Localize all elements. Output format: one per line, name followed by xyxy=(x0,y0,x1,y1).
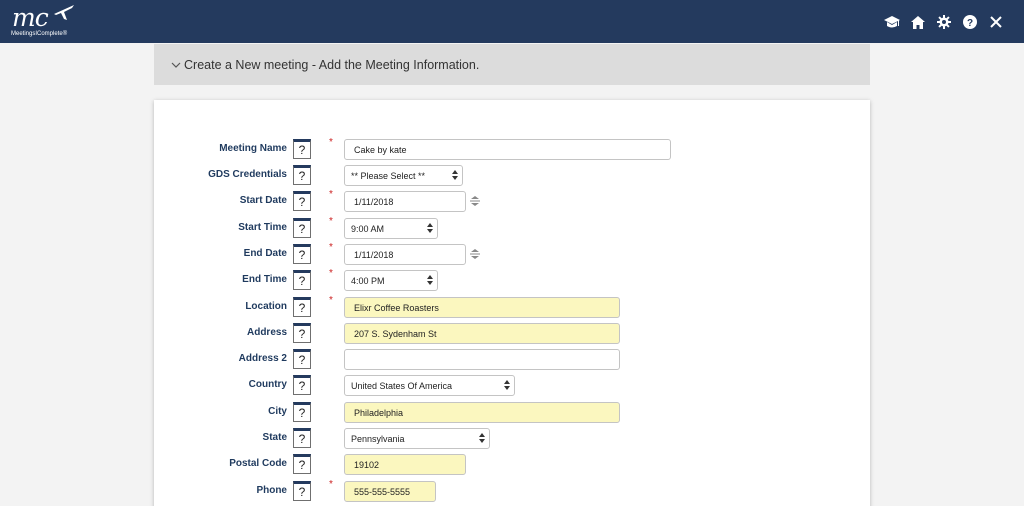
row-gds-credentials: GDS Credentials ? ** Please Select ** xyxy=(154,165,870,187)
state-select[interactable]: Pennsylvania xyxy=(344,428,490,449)
help-start-time-button[interactable]: ? xyxy=(293,218,311,238)
start-time-value: 9:00 AM xyxy=(351,224,385,234)
start-time-select[interactable]: 9:00 AM xyxy=(344,218,438,239)
help-gds-credentials-button[interactable]: ? xyxy=(293,165,311,185)
address-2-input[interactable] xyxy=(344,349,620,370)
graduation-cap-icon[interactable] xyxy=(882,12,902,32)
close-icon[interactable] xyxy=(986,12,1006,32)
location-input[interactable]: Elixr Coffee Roasters xyxy=(344,297,620,318)
help-location-button[interactable]: ? xyxy=(293,297,311,317)
end-date-stepper-icon[interactable] xyxy=(469,248,481,260)
row-state: State ? Pennsylvania xyxy=(154,428,870,450)
start-date-label: Start Date xyxy=(239,195,287,206)
row-start-time: Start Time ? * 9:00 AM xyxy=(154,216,870,240)
select-arrows-icon xyxy=(427,275,433,285)
help-city-button[interactable]: ? xyxy=(293,402,311,422)
row-address-2: Address 2 ? xyxy=(154,349,870,371)
select-arrows-icon xyxy=(427,223,433,233)
meeting-name-label: Meeting Name xyxy=(219,143,287,154)
required-indicator: * xyxy=(329,242,333,253)
start-date-stepper-icon[interactable] xyxy=(469,195,481,207)
app-logo[interactable]: mc MeetingsIComplete® xyxy=(8,2,78,40)
end-date-input[interactable]: 1/11/2018 xyxy=(344,244,466,265)
row-postal-code: Postal Code ? 19102 xyxy=(154,454,870,476)
chevron-down-icon xyxy=(171,62,181,68)
help-start-date-button[interactable]: ? xyxy=(293,191,311,211)
help-address-button[interactable]: ? xyxy=(293,323,311,343)
required-indicator: * xyxy=(329,295,333,306)
row-meeting-name: Meeting Name ? * Cake by kate xyxy=(154,137,870,161)
required-indicator: * xyxy=(329,189,333,200)
start-date-input[interactable]: 1/11/2018 xyxy=(344,191,466,212)
row-end-date: End Date ? * 1/11/2018 xyxy=(154,242,870,266)
row-phone: Phone ? * 555-555-5555 xyxy=(154,479,870,503)
city-label: City xyxy=(268,406,287,417)
top-bar: mc MeetingsIComplete® ? xyxy=(0,0,1024,43)
end-date-label: End Date xyxy=(243,248,287,259)
country-select[interactable]: United States Of America xyxy=(344,375,515,396)
required-indicator: * xyxy=(329,137,333,148)
help-end-time-button[interactable]: ? xyxy=(293,270,311,290)
city-input[interactable]: Philadelphia xyxy=(344,402,620,423)
location-label: Location xyxy=(245,301,287,312)
country-value: United States Of America xyxy=(351,381,453,391)
meeting-name-input[interactable]: Cake by kate xyxy=(344,139,671,160)
help-state-button[interactable]: ? xyxy=(293,428,311,448)
help-address-2-button[interactable]: ? xyxy=(293,349,311,369)
phone-input[interactable]: 555-555-5555 xyxy=(344,481,436,502)
gds-credentials-value: ** Please Select ** xyxy=(351,171,426,181)
row-country: Country ? United States Of America xyxy=(154,375,870,397)
required-indicator: * xyxy=(329,268,333,279)
help-end-date-button[interactable]: ? xyxy=(293,244,311,264)
address-input[interactable]: 207 S. Sydenham St xyxy=(344,323,620,344)
top-toolbar: ? xyxy=(876,12,1006,32)
section-header-toggle[interactable]: Create a New meeting - Add the Meeting I… xyxy=(154,44,870,85)
select-arrows-icon xyxy=(479,433,485,443)
required-indicator: * xyxy=(329,479,333,490)
select-arrows-icon xyxy=(452,170,458,180)
row-address: Address ? 207 S. Sydenham St xyxy=(154,323,870,345)
meeting-info-form: Meeting Name ? * Cake by kate GDS Creden… xyxy=(154,100,870,506)
address-2-label: Address 2 xyxy=(238,353,287,364)
state-value: Pennsylvania xyxy=(351,434,405,444)
end-time-select[interactable]: 4:00 PM xyxy=(344,270,438,291)
row-location: Location ? * Elixr Coffee Roasters xyxy=(154,295,870,319)
logo-text: mc xyxy=(12,3,49,32)
gds-credentials-label: GDS Credentials xyxy=(208,169,287,180)
row-end-time: End Time ? * 4:00 PM xyxy=(154,268,870,292)
start-time-label: Start Time xyxy=(238,222,287,233)
phone-label: Phone xyxy=(256,485,287,496)
postal-code-input[interactable]: 19102 xyxy=(344,454,466,475)
svg-text:?: ? xyxy=(967,18,973,29)
help-icon[interactable]: ? xyxy=(960,12,980,32)
help-meeting-name-button[interactable]: ? xyxy=(293,139,311,159)
postal-code-label: Postal Code xyxy=(229,458,287,469)
country-label: Country xyxy=(248,379,287,390)
state-label: State xyxy=(262,432,287,443)
section-title: Create a New meeting - Add the Meeting I… xyxy=(184,57,480,72)
plane-icon xyxy=(54,5,74,20)
end-time-label: End Time xyxy=(242,274,287,285)
gds-credentials-select[interactable]: ** Please Select ** xyxy=(344,165,463,186)
row-city: City ? Philadelphia xyxy=(154,402,870,424)
select-arrows-icon xyxy=(504,380,510,390)
logo-subtitle: MeetingsIComplete® xyxy=(11,31,68,37)
gear-icon[interactable] xyxy=(934,12,954,32)
required-indicator: * xyxy=(329,216,333,227)
help-phone-button[interactable]: ? xyxy=(293,481,311,501)
help-postal-code-button[interactable]: ? xyxy=(293,454,311,474)
address-label: Address xyxy=(246,327,287,338)
home-icon[interactable] xyxy=(908,12,928,32)
end-time-value: 4:00 PM xyxy=(351,276,385,286)
help-country-button[interactable]: ? xyxy=(293,375,311,395)
row-start-date: Start Date ? * 1/11/2018 xyxy=(154,189,870,213)
